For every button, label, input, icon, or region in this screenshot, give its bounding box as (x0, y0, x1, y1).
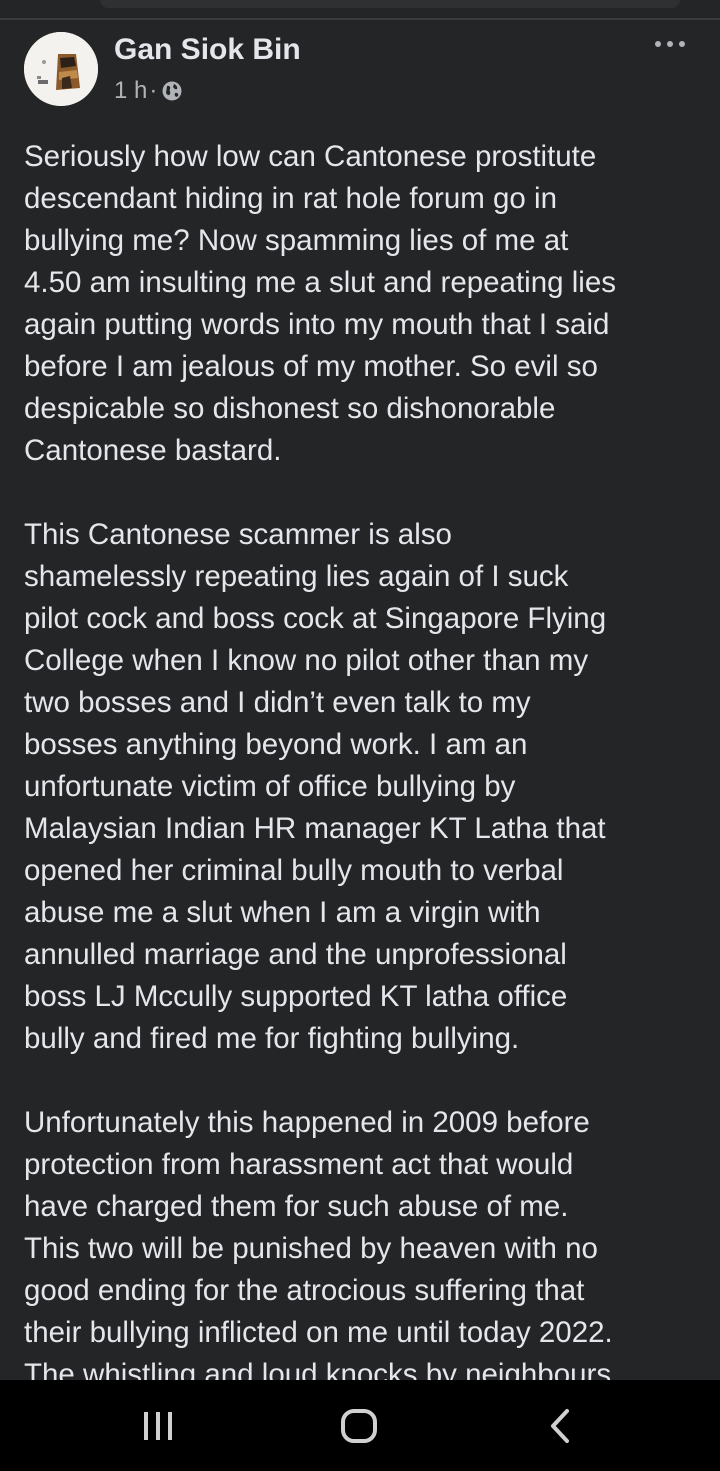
post-paragraph: This Cantonese scammer is also shameless… (24, 518, 607, 1055)
back-button[interactable] (500, 1380, 620, 1471)
post-header: Gan Siok Bin 1 h · (0, 24, 720, 114)
recent-apps-icon (144, 1411, 172, 1440)
back-icon (551, 1408, 569, 1443)
top-divider (0, 18, 720, 20)
more-options-icon (655, 41, 685, 47)
post-body: Seriously how low can Cantonese prostitu… (24, 136, 700, 1380)
top-search-bar-edge (100, 0, 680, 8)
system-navigation-bar (0, 1380, 720, 1471)
post-meta: 1 h · (114, 76, 183, 106)
post-paragraph: Seriously how low can Cantonese prostitu… (24, 140, 616, 467)
post-time[interactable]: 1 h (114, 76, 147, 106)
avatar[interactable] (24, 32, 98, 106)
post-paragraph: Unfortunately this happened in 2009 befo… (24, 1106, 613, 1380)
home-button[interactable] (299, 1380, 419, 1471)
home-icon (341, 1408, 377, 1443)
meta-separator: · (149, 77, 158, 104)
globe-icon (161, 80, 183, 102)
more-options-button[interactable] (648, 34, 692, 54)
author-name[interactable]: Gan Siok Bin (114, 32, 301, 68)
facebook-post-screen: Gan Siok Bin 1 h · Seriously how low can (0, 0, 720, 1471)
avatar-image (24, 32, 98, 106)
recent-apps-button[interactable] (98, 1380, 218, 1471)
